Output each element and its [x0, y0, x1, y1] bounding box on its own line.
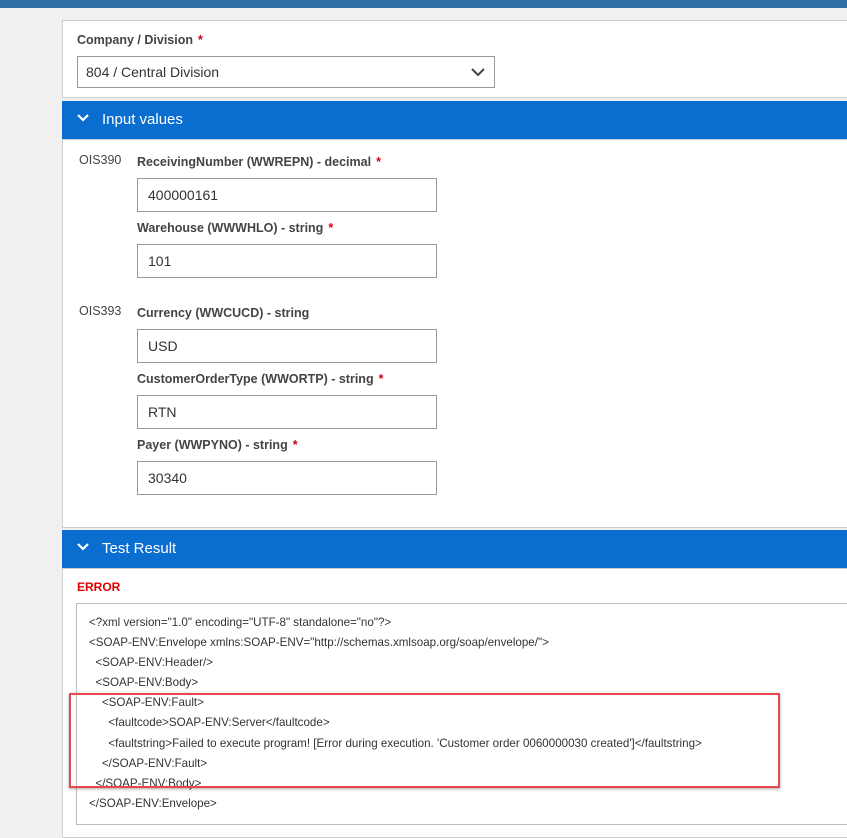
xml-line: <?xml version="1.0" encoding="UTF-8" sta…	[89, 616, 392, 629]
xml-line: </SOAP-ENV:Envelope>	[89, 797, 217, 810]
highlight-box	[69, 693, 780, 788]
required-mark: *	[328, 221, 334, 235]
xml-line: <SOAP-ENV:Body>	[89, 676, 199, 689]
test-result-title: Test Result	[102, 540, 177, 557]
chevron-down-icon	[471, 68, 485, 77]
chevron-down-icon	[77, 543, 89, 551]
company-label: Company / Division *	[77, 33, 203, 47]
test-result-header[interactable]: Test Result	[62, 530, 847, 568]
warehouse-input[interactable]: 101	[137, 244, 437, 278]
payer-input[interactable]: 30340	[137, 461, 437, 495]
required-mark: *	[376, 155, 381, 169]
customer-order-type-input[interactable]: RTN	[137, 395, 437, 429]
warehouse-label: Warehouse (WWWHLO) - string *	[137, 221, 334, 235]
program-label: OIS393	[79, 304, 122, 318]
required-mark: *	[292, 438, 298, 452]
receiving-number-input[interactable]: 400000161	[137, 178, 437, 212]
company-division-value: 804 / Central Division	[86, 64, 220, 80]
customer-order-type-label: CustomerOrderType (WWORTP) - string *	[137, 372, 384, 386]
required-mark: *	[198, 33, 203, 47]
required-mark: *	[378, 372, 384, 386]
currency-label: Currency (WWCUCD) - string	[137, 306, 310, 320]
input-values-title: Input values	[102, 111, 183, 128]
top-bar	[0, 0, 847, 8]
xml-line: <SOAP-ENV:Header/>	[89, 656, 213, 669]
chevron-down-icon	[77, 114, 89, 122]
receiving-number-label: ReceivingNumber (WWREPN) - decimal *	[137, 155, 381, 169]
xml-line: <SOAP-ENV:Envelope xmlns:SOAP-ENV="http:…	[89, 636, 549, 649]
program-label: OIS390	[79, 153, 122, 167]
company-division-select[interactable]: 804 / Central Division	[77, 56, 495, 88]
error-status: ERROR	[77, 580, 121, 594]
currency-input[interactable]: USD	[137, 329, 437, 363]
input-values-header[interactable]: Input values	[62, 101, 847, 139]
payer-label: Payer (WWPYNO) - string *	[137, 438, 298, 452]
